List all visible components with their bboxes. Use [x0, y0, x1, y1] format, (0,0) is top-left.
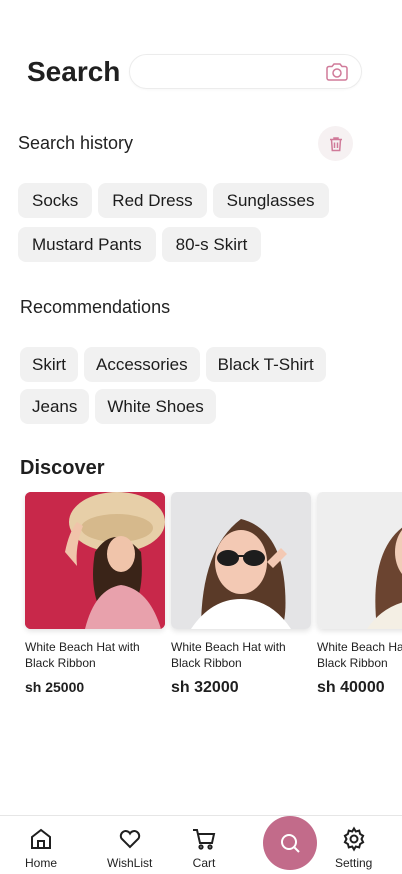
gear-icon [343, 826, 365, 852]
search-history-heading: Search history [18, 133, 134, 153]
product-price: sh 32000 [171, 679, 239, 696]
product-image [317, 492, 402, 629]
discover-heading: Discover [20, 457, 105, 479]
nav-item-wishlist[interactable]: WishList [107, 826, 152, 870]
product-price: sh 40000 [317, 679, 385, 696]
product-card[interactable]: White Beach Hat with Black Ribbon sh 320… [171, 492, 311, 697]
recommendation-chip[interactable]: White Shoes [95, 389, 216, 424]
heart-icon [119, 830, 140, 849]
clear-history-button[interactable] [318, 126, 353, 161]
recommendation-chip[interactable]: Skirt [20, 347, 78, 382]
product-card[interactable]: White Beach Hat with Black Ribbon sh 250… [25, 492, 165, 695]
discover-carousel[interactable]: White Beach Hat with Black Ribbon sh 250… [20, 492, 402, 702]
bottom-nav: Home WishList Cart Setting [0, 815, 402, 874]
history-chip[interactable]: Mustard Pants [18, 227, 156, 262]
search-history-list: Socks Red Dress Sunglasses Mustard Pants… [18, 183, 388, 262]
nav-label: WishList [107, 856, 153, 870]
header: Search [27, 54, 367, 90]
nav-item-setting[interactable]: Setting [335, 826, 372, 870]
search-fab-button[interactable] [263, 816, 317, 870]
trash-icon [329, 136, 342, 151]
product-image [25, 492, 165, 629]
page-title: Search [27, 56, 121, 87]
history-chip[interactable]: Socks [18, 183, 93, 218]
history-chip[interactable]: Red Dress [98, 183, 207, 218]
product-card[interactable]: White Beach Hat with Black Ribbon sh 400… [317, 492, 402, 697]
recommendations-list: Skirt Accessories Black T-Shirt Jeans Wh… [20, 347, 390, 424]
nav-label: Cart [192, 856, 216, 870]
camera-icon[interactable] [325, 62, 349, 82]
nav-label: Home [25, 856, 58, 870]
search-icon [281, 834, 300, 853]
product-name: White Beach Hat with Black Ribbon [25, 640, 140, 670]
recommendation-chip[interactable]: Accessories [84, 347, 200, 382]
search-input[interactable] [129, 54, 362, 89]
history-chip[interactable]: 80-s Skirt [161, 227, 262, 262]
product-image [171, 492, 311, 629]
history-chip[interactable]: Sunglasses [212, 183, 329, 218]
home-icon [31, 828, 51, 849]
recommendation-chip[interactable]: Black T-Shirt [205, 347, 326, 382]
recommendations-heading: Recommendations [20, 297, 171, 317]
product-price: sh 25000 [25, 679, 85, 695]
nav-item-home[interactable]: Home [25, 826, 57, 870]
product-name: White Beach Hat with Black Ribbon [317, 640, 402, 670]
nav-label: Setting [335, 856, 373, 870]
nav-item-cart[interactable]: Cart [191, 826, 217, 870]
product-name: White Beach Hat with Black Ribbon [171, 640, 286, 670]
cart-icon [193, 829, 216, 850]
recommendation-chip[interactable]: Jeans [20, 389, 90, 424]
